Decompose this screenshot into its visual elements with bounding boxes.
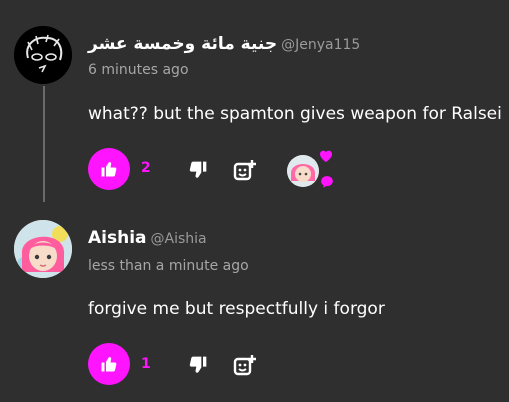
like-button[interactable] [88,343,130,385]
dislike-button[interactable] [188,160,208,180]
author-name[interactable]: جنية مائة وخمسة عشر [88,34,277,54]
reaction-user-avatar[interactable] [287,155,319,187]
heart-icon [318,148,334,164]
add-reaction-button[interactable] [232,158,258,184]
comment-text: what?? but the spamton gives weapon for … [88,104,502,124]
like-button[interactable] [88,148,130,190]
add-reaction-button[interactable] [232,353,258,379]
thumbs-up-icon [101,357,117,372]
thread-connector-line [43,86,45,202]
like-count: 1 [141,356,151,372]
comment-text: forgive me but respectfully i forgor [88,299,385,319]
comment-timestamp: less than a minute ago [88,258,249,274]
comment-author-row: Aishia @Aishia [88,228,207,248]
thumbs-down-icon [189,356,207,373]
thumbs-down-icon [189,161,207,178]
dislike-button[interactable] [188,355,208,375]
add-reaction-icon [233,355,256,376]
avatar[interactable] [14,220,72,278]
chat-bubble-icon [320,174,334,188]
author-handle[interactable]: @Jenya115 [281,37,360,53]
add-reaction-icon [233,160,256,181]
author-name[interactable]: Aishia [88,228,147,248]
comment-author-row: جنية مائة وخمسة عشر @Jenya115 [88,34,360,54]
thumbs-up-icon [101,162,117,177]
avatar[interactable] [14,26,72,84]
comment-timestamp: 6 minutes ago [88,62,189,78]
author-handle[interactable]: @Aishia [151,231,207,247]
like-count: 2 [141,160,151,176]
